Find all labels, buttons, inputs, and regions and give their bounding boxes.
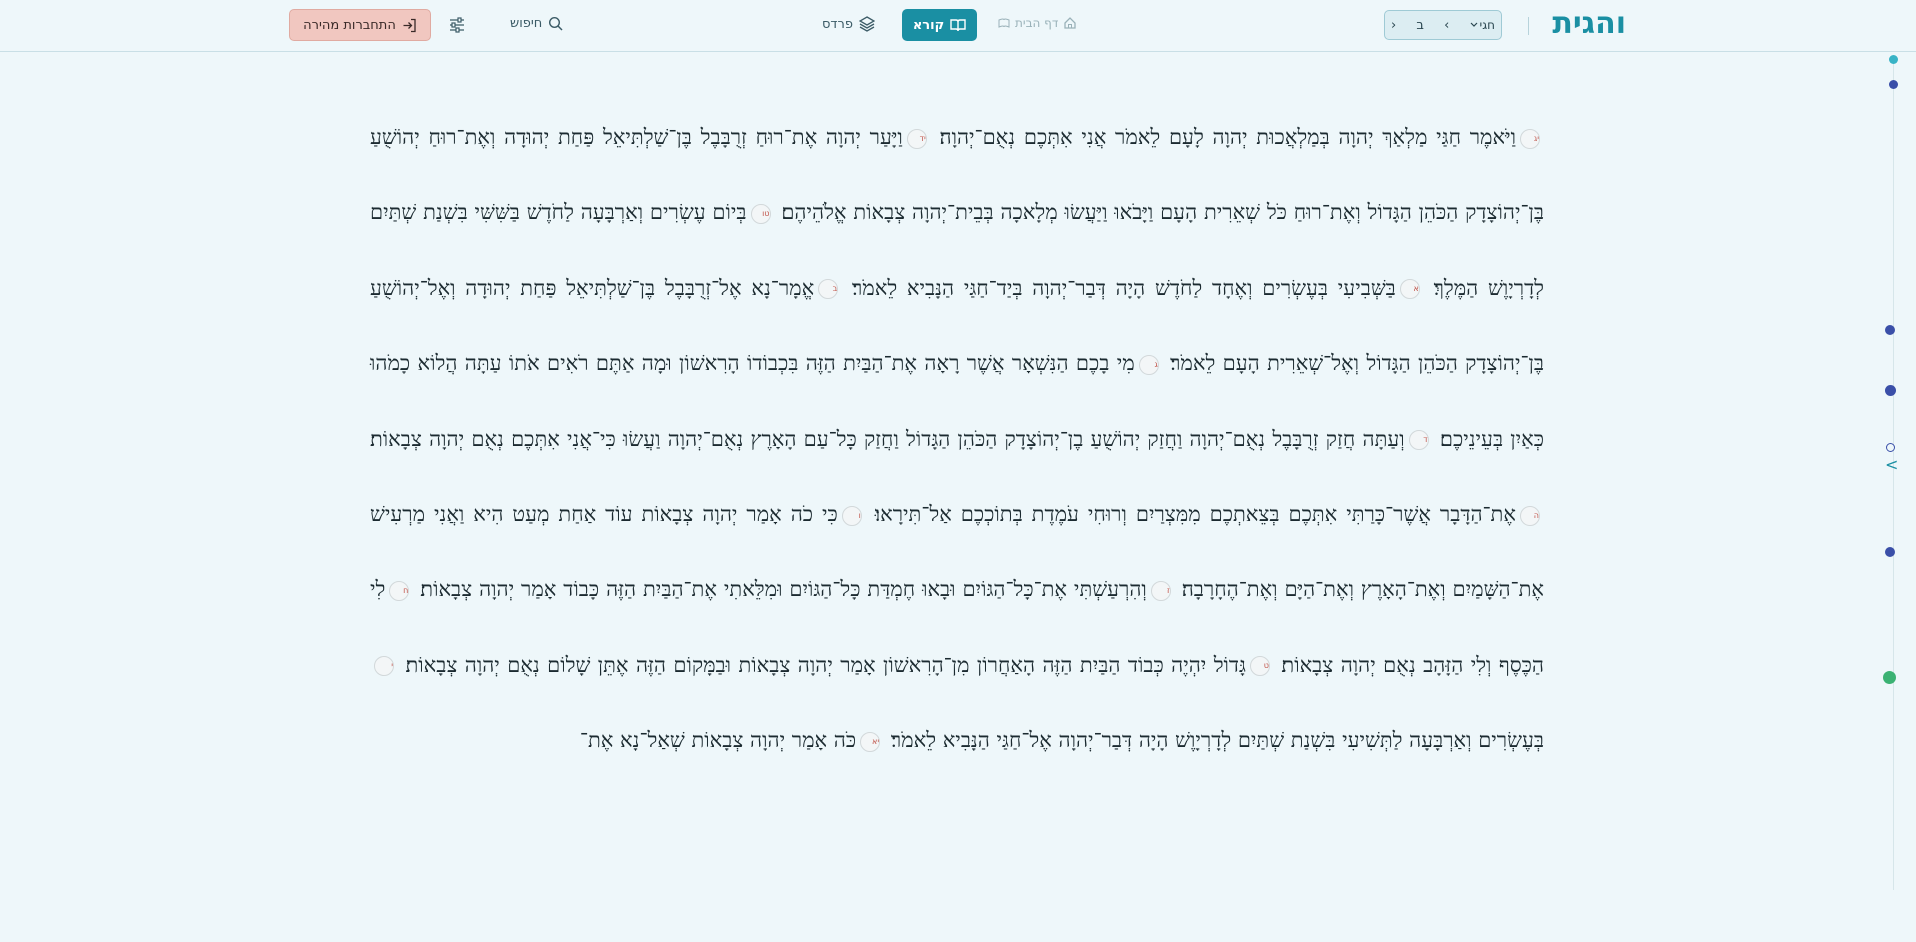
verse-text: כֹּה אָמַר יְהוָה צְבָאוֹת שְׁאַל־נָא אֶ… — [579, 728, 857, 753]
chapter-navigator: › ב ‹ חגי — [1384, 10, 1502, 40]
verse-number[interactable]: ג — [1138, 354, 1159, 375]
verse-number[interactable]: ח — [389, 580, 410, 601]
verse-number[interactable]: א — [1399, 279, 1420, 300]
layers-icon — [859, 16, 875, 32]
home-button[interactable]: דף הבית — [998, 16, 1077, 30]
chapter-label[interactable]: ב — [1416, 18, 1424, 33]
collapse-chevron-icon[interactable]: < — [1885, 455, 1898, 474]
sliders-icon — [450, 17, 464, 33]
top-bar: והגית › ב ‹ חגי דף הבית קורא פרדס חיפוש … — [0, 0, 1916, 52]
rail-marker-icon[interactable] — [1885, 547, 1895, 557]
verse-number[interactable]: יא — [860, 731, 881, 752]
prev-chapter-button[interactable]: ‹ — [1444, 18, 1449, 33]
verse-number[interactable]: ז — [1150, 580, 1171, 601]
next-chapter-button[interactable]: › — [1391, 18, 1396, 33]
rail-marker-icon[interactable] — [1883, 671, 1896, 684]
verse-number[interactable]: ה — [1519, 505, 1540, 526]
rail-marker-icon[interactable] — [1885, 325, 1895, 335]
app-logo[interactable]: והגית — [1552, 6, 1626, 41]
search-button[interactable]: חיפוש — [510, 16, 563, 31]
pardes-mode-label: פרדס — [822, 16, 853, 32]
search-label: חיפוש — [510, 16, 543, 31]
verse-text: גָּדוֹל יִהְיֶה כְּבוֹד הַבַּיִת הַזֶּה … — [405, 652, 1246, 677]
home-icon — [1064, 17, 1077, 29]
header-divider — [1528, 17, 1529, 35]
chevron-down-icon — [1470, 22, 1477, 27]
verse-text: וְעַתָּה חֲזַק זְרֻבָּבֶל נְאֻם־יְהוָה ו… — [370, 426, 1405, 451]
settings-button[interactable] — [447, 15, 467, 35]
book-select-label: חגי — [1479, 18, 1495, 32]
verse-number[interactable]: י — [374, 656, 394, 677]
scripture-text: יגוַיֹּאמֶר חַגַּי מַלְאַךְ יְהוָה בְּמַ… — [370, 100, 1544, 779]
verse-text: בְּעֶשְׂרִים וְאַרְבָּעָה לַתְּשִׁיעִי ב… — [890, 728, 1544, 753]
home-label: דף הבית — [1015, 16, 1059, 30]
verse-number[interactable]: ו — [841, 505, 862, 526]
book-select[interactable]: חגי — [1470, 18, 1495, 32]
rail-marker-icon[interactable] — [1889, 55, 1898, 64]
verse-text: וַיֹּאמֶר חַגַּי מַלְאַךְ יְהוָה בְּמַלְ… — [939, 125, 1516, 149]
reader-mode-button[interactable]: קורא — [902, 9, 977, 41]
pardes-mode-button[interactable]: פרדס — [822, 16, 875, 32]
verse-number[interactable]: טו — [750, 203, 771, 224]
verse-text: בַּשְּׁבִיעִי בְּעֶשְׂרִים וְאֶחָד לַחֹד… — [851, 275, 1396, 300]
verse-number[interactable]: יד — [906, 128, 927, 149]
login-icon — [403, 18, 416, 32]
search-icon — [549, 16, 563, 31]
quick-login-label: התחברות מהירה — [303, 17, 396, 33]
open-book-icon — [950, 19, 966, 32]
verse-text: אֶת־הַדָּבָר אֲשֶׁר־כָּרַתִּי אִתְּכֶם ב… — [874, 502, 1516, 527]
rail-marker-icon[interactable] — [1889, 80, 1898, 89]
verse-number[interactable]: ב — [818, 279, 839, 300]
verse-number[interactable]: יג — [1519, 128, 1540, 149]
quick-login-button[interactable]: התחברות מהירה — [289, 9, 431, 41]
rail-marker-icon[interactable] — [1886, 443, 1895, 452]
verse-number[interactable]: ט — [1249, 656, 1270, 677]
verse-number[interactable]: ד — [1408, 430, 1429, 451]
chapter-rail-line — [1893, 60, 1894, 890]
rail-marker-icon[interactable] — [1885, 385, 1896, 396]
decorative-book-icon — [998, 18, 1010, 28]
reader-mode-label: קורא — [912, 17, 945, 33]
verse-text: וְהִרְעַשְׁתִּי אֶת־כָּל־הַגּוֹיִם וּבָא… — [420, 577, 1147, 602]
